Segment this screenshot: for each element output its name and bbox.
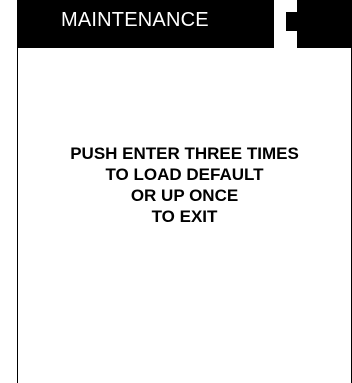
message-line-4: TO EXIT — [151, 207, 218, 226]
maintenance-screen: MAINTENANCE PUSH ENTER THREE TIMES TO LO… — [17, 0, 352, 383]
screen-title: MAINTENANCE — [61, 9, 209, 31]
status-indicator-icon — [286, 12, 297, 31]
message-line-1: PUSH ENTER THREE TIMES — [70, 144, 299, 163]
message-line-2: TO LOAD DEFAULT — [105, 165, 264, 184]
message-line-3: OR UP ONCE — [130, 186, 239, 205]
title-bar: MAINTENANCE — [18, 0, 351, 48]
instruction-message: PUSH ENTER THREE TIMES TO LOAD DEFAULT O… — [18, 143, 351, 227]
